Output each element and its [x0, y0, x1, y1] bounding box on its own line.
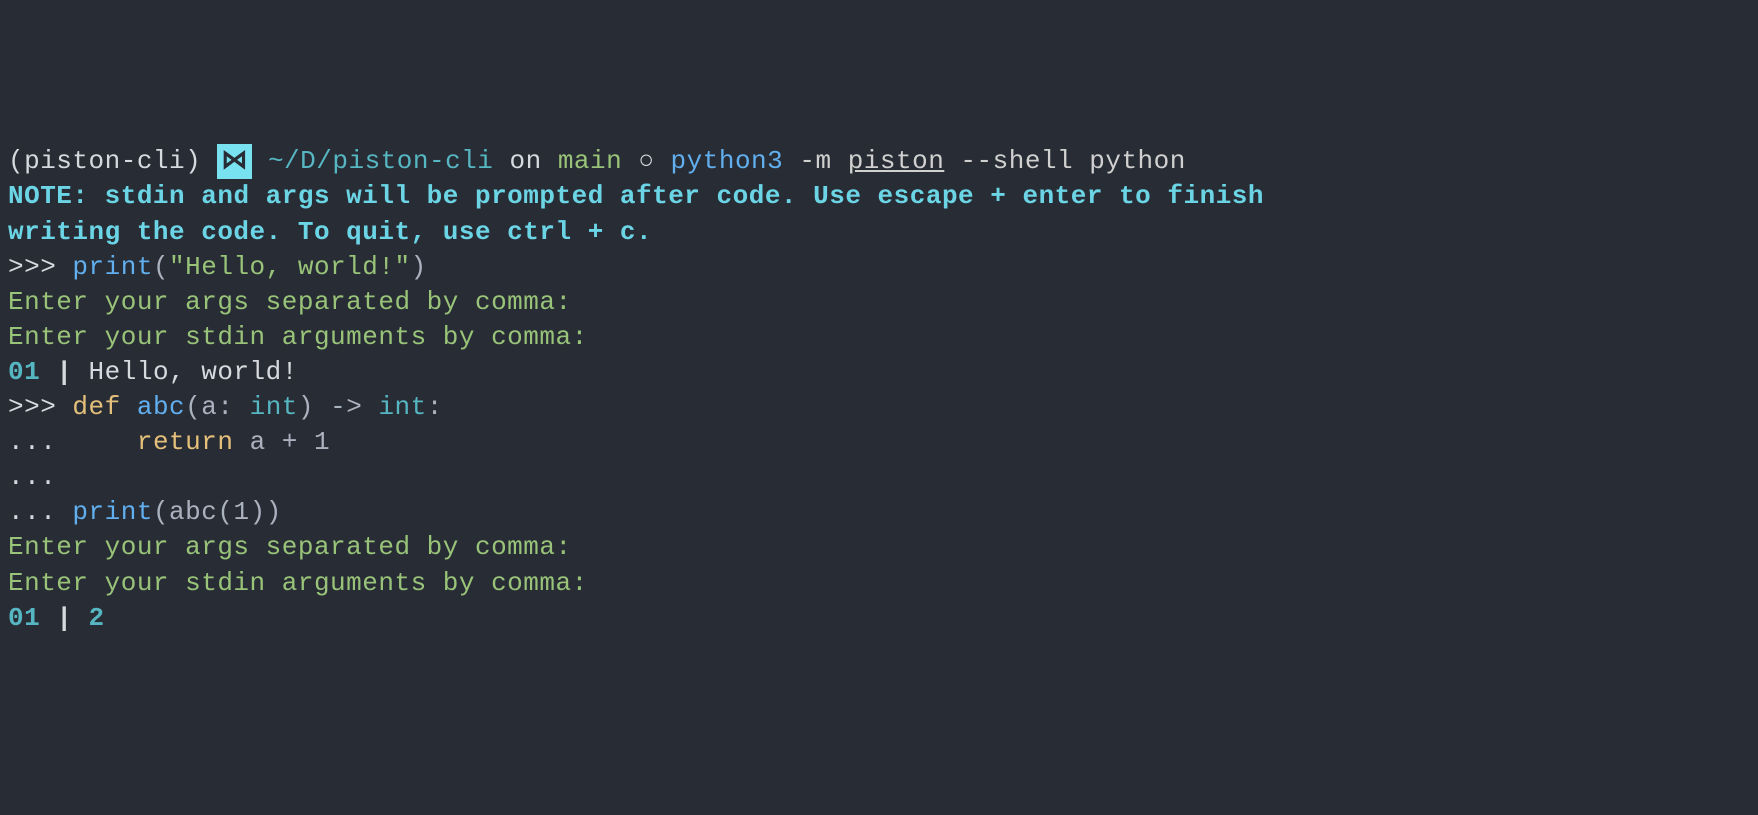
cmd-flag-m: -m — [799, 146, 847, 176]
repl-line-3: ... return a + 1 — [8, 425, 1750, 460]
ps2: ... — [8, 427, 72, 457]
ps2: ... — [8, 462, 72, 492]
var-a: a — [250, 427, 266, 457]
ps1: >>> — [8, 252, 72, 282]
paren-open: ( — [185, 392, 201, 422]
cmd-lang: python — [1089, 146, 1186, 176]
lineno: 01 — [8, 603, 40, 633]
shell-prompt-line: (piston-cli) ⋈ ~/D/piston-cli on main ○ … — [8, 144, 1750, 179]
fn-print: print — [72, 252, 153, 282]
args-prompt-2: Enter your args separated by comma: — [8, 530, 1750, 565]
stdin-prompt-1: Enter your stdin arguments by comma: — [8, 320, 1750, 355]
ps2: ... — [8, 497, 72, 527]
fn-abc-call: abc — [169, 497, 217, 527]
paren-close: ) — [250, 497, 266, 527]
stdin-prompt-2: Enter your stdin arguments by comma: — [8, 566, 1750, 601]
paren-close: ) — [411, 252, 427, 282]
git-branch: main — [558, 146, 622, 176]
args-prompt-1: Enter your args separated by comma: — [8, 285, 1750, 320]
repl-line-5: ... print(abc(1)) — [8, 495, 1750, 530]
note-line-1: NOTE: stdin and args will be prompted af… — [8, 179, 1750, 214]
note-text-1: stdin and args will be prompted after co… — [89, 181, 1265, 211]
note-label: NOTE: — [8, 181, 89, 211]
pipe: | — [40, 603, 88, 633]
paren-open: ( — [153, 497, 169, 527]
op-plus: + — [266, 427, 314, 457]
output-line-2: 01 | 2 — [8, 601, 1750, 636]
string-literal: "Hello, world!" — [169, 252, 411, 282]
separator: ○ — [622, 146, 670, 176]
output-text: Hello, world! — [89, 357, 298, 387]
terminal-output[interactable]: (piston-cli) ⋈ ~/D/piston-cli on main ○ … — [8, 144, 1750, 635]
paren-close: ) — [266, 497, 282, 527]
type-int: int — [250, 392, 298, 422]
venv-name: (piston-cli) — [8, 146, 201, 176]
lineno: 01 — [8, 357, 40, 387]
fn-print: print — [72, 497, 153, 527]
prompt-icon: ⋈ — [217, 144, 252, 179]
keyword-return: return — [137, 427, 234, 457]
output-line-1: 01 | Hello, world! — [8, 355, 1750, 390]
paren-open: ( — [153, 252, 169, 282]
pipe: | — [40, 357, 88, 387]
return-type-int: int — [378, 392, 426, 422]
paren-close: ) — [298, 392, 314, 422]
cmd-interpreter: python3 — [671, 146, 800, 176]
paren-open: ( — [217, 497, 233, 527]
note-line-2: writing the code. To quit, use ctrl + c. — [8, 215, 1750, 250]
arrow: -> — [314, 392, 378, 422]
repl-line-2: >>> def abc(a: int) -> int: — [8, 390, 1750, 425]
num-1: 1 — [314, 427, 330, 457]
colon: : — [217, 392, 249, 422]
cmd-module: piston — [848, 146, 945, 176]
output-text: 2 — [89, 603, 105, 633]
repl-line-4: ... — [8, 460, 1750, 495]
on-text: on — [493, 146, 557, 176]
cmd-flag-shell: --shell — [944, 146, 1089, 176]
param-a: a — [201, 392, 217, 422]
ps1: >>> — [8, 392, 72, 422]
colon: : — [427, 392, 443, 422]
cwd-path: ~/D/piston-cli — [268, 146, 493, 176]
keyword-def: def — [72, 392, 120, 422]
repl-line-1: >>> print("Hello, world!") — [8, 250, 1750, 285]
fn-abc: abc — [137, 392, 185, 422]
num-1: 1 — [233, 497, 249, 527]
